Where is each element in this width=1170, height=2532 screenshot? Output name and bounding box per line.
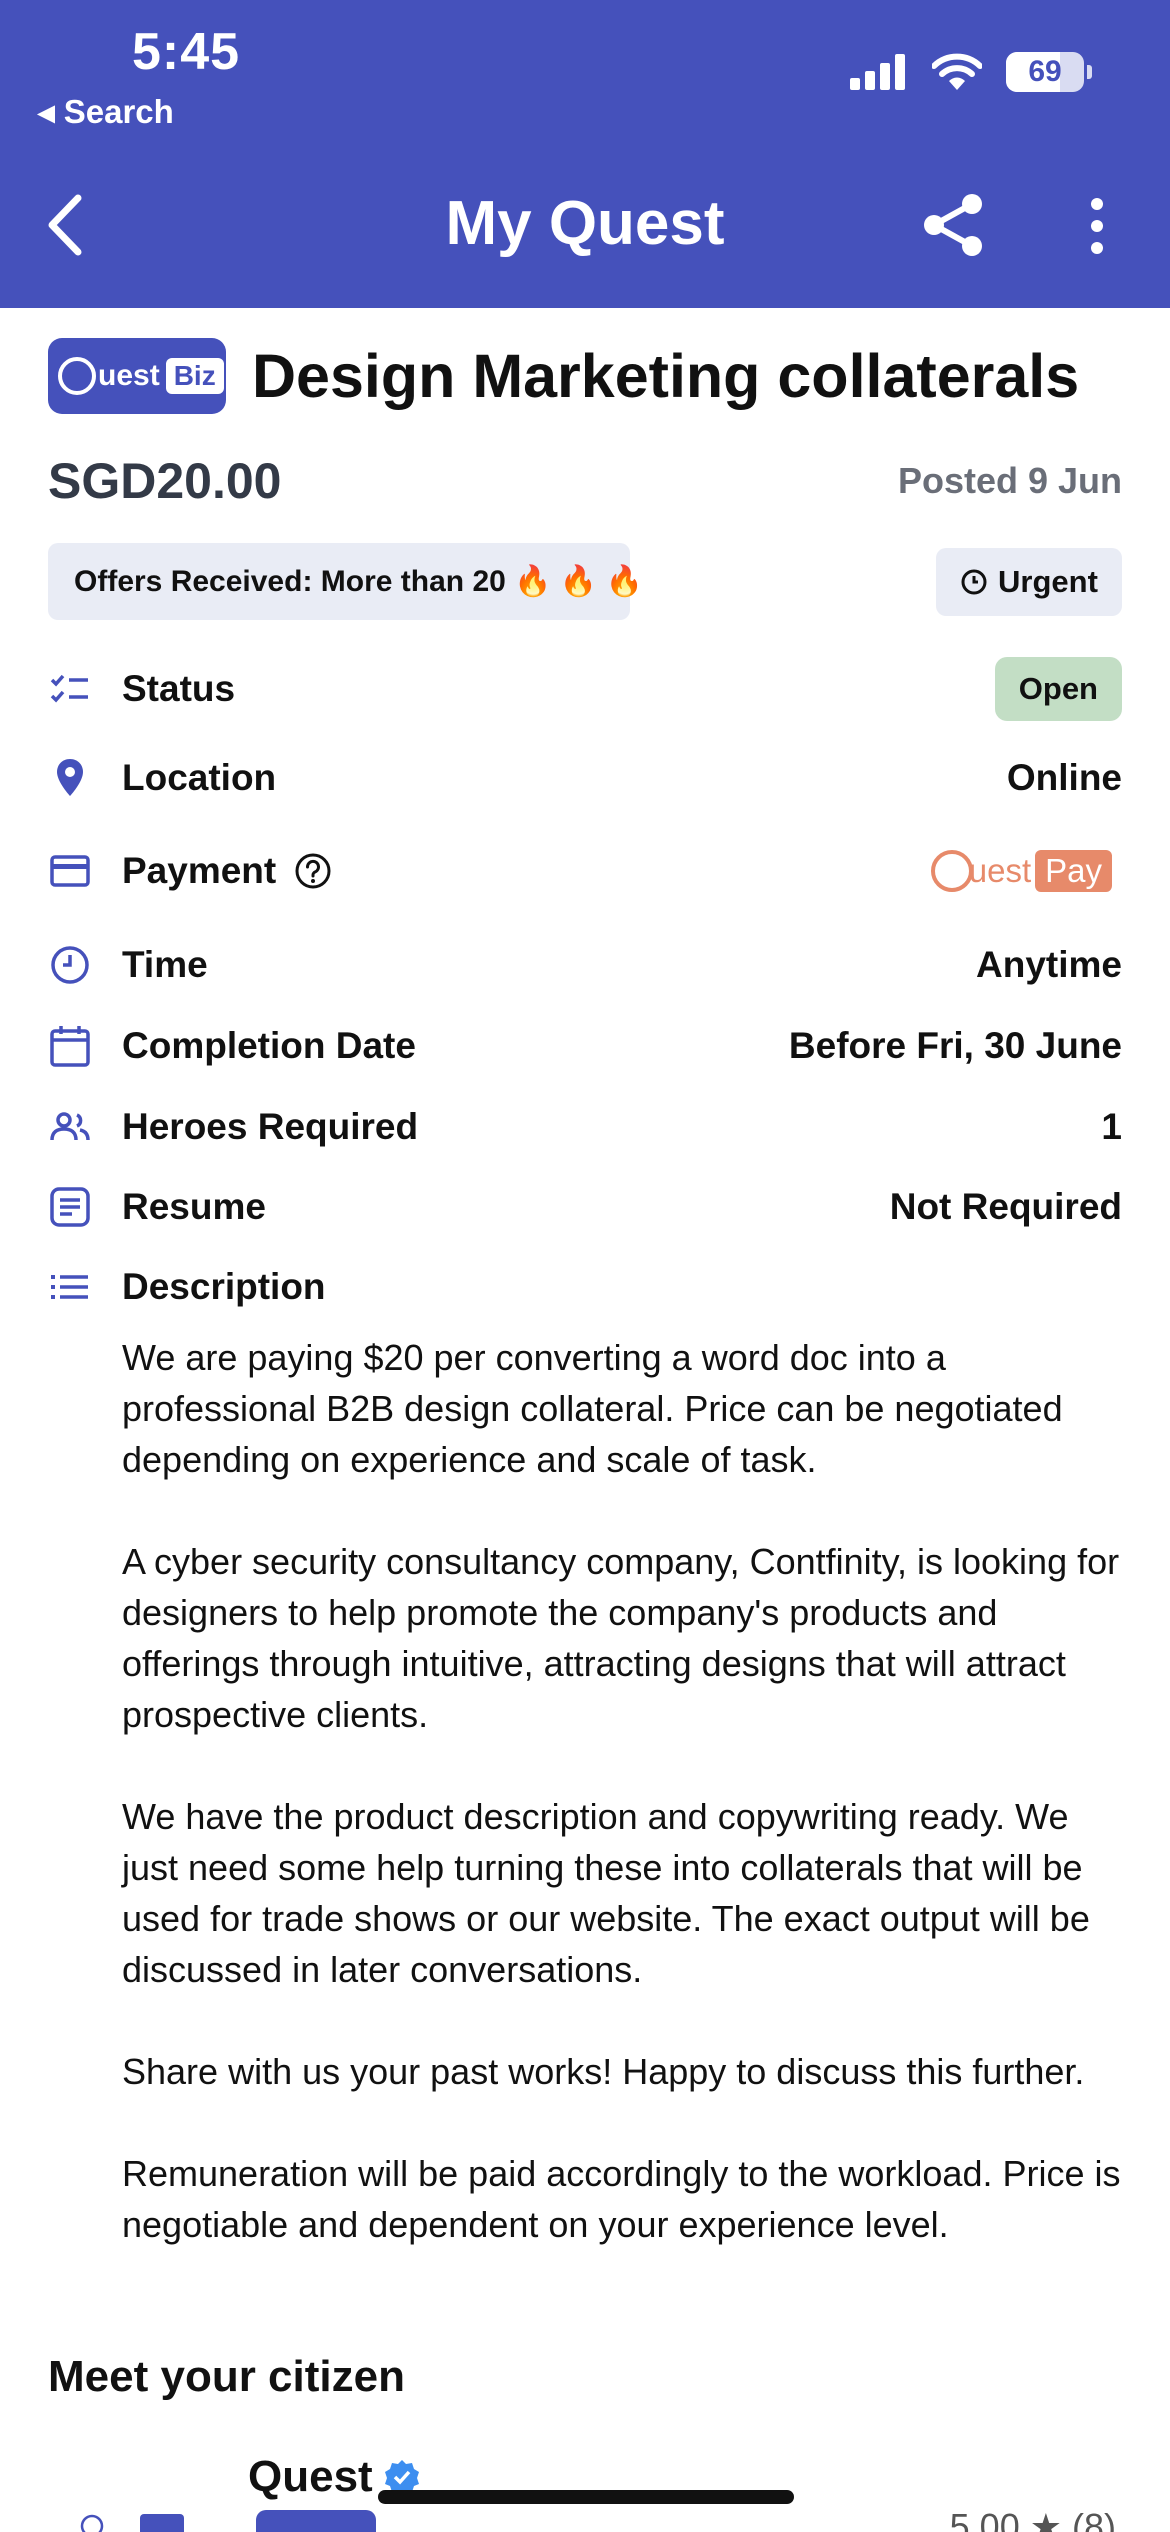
- status-indicators: 69: [850, 52, 1092, 92]
- description-paragraph: We are paying $20 per converting a word …: [122, 1337, 1063, 1480]
- questbiz-mini-logo: [256, 2510, 376, 2532]
- heroes-required-label: Heroes Required: [122, 1106, 419, 1147]
- questpay-logo: uest Pay: [930, 850, 1112, 892]
- completion-date-value: Before Fri, 30 June: [788, 1025, 1122, 1066]
- description-row: Description: [48, 1252, 1122, 1322]
- payment-label: Payment: [122, 850, 277, 891]
- clock-icon: [48, 943, 92, 987]
- heroes-required-value: 1: [1101, 1106, 1122, 1147]
- offers-received-badge: Offers Received: More than 20 🔥 🔥 🔥: [48, 543, 643, 620]
- description-paragraph: Share with us your past works! Happy to …: [122, 2051, 1085, 2092]
- questbiz-logo: uest Biz: [48, 338, 226, 414]
- logo-biz-text: Biz: [165, 358, 224, 394]
- payment-row: Payment uest Pay: [48, 836, 1122, 906]
- time-label: Time: [122, 944, 208, 985]
- status-badge: Open: [994, 657, 1122, 721]
- time-value: Anytime: [976, 944, 1122, 985]
- location-value: Online: [1006, 757, 1122, 798]
- status-row: Status Open: [48, 654, 1122, 724]
- share-icon[interactable]: [922, 192, 986, 258]
- back-to-search-link[interactable]: ◂ Search: [38, 92, 174, 131]
- urgent-label: Urgent: [998, 564, 1098, 599]
- description-label: Description: [122, 1266, 326, 1307]
- battery-icon: 69: [1006, 52, 1092, 92]
- status-label: Status: [122, 668, 236, 709]
- completion-date-row: Completion Date Before Fri, 30 June: [48, 1011, 1122, 1081]
- questpay-pay-text: Pay: [1035, 850, 1112, 892]
- logo-quest-text: uest: [98, 359, 160, 392]
- more-options-icon[interactable]: [1082, 196, 1112, 256]
- cellular-signal-icon: [850, 54, 905, 90]
- location-label: Location: [122, 757, 277, 798]
- time-row: Time Anytime: [48, 930, 1122, 1000]
- citizen-rating: 5.00 ★ (8): [949, 2506, 1116, 2532]
- job-description: We are paying $20 per converting a word …: [122, 1332, 1132, 2301]
- clock-icon: [961, 569, 987, 595]
- urgent-badge: Urgent: [936, 548, 1122, 616]
- resume-value: Not Required: [889, 1186, 1122, 1227]
- heroes-required-row: Heroes Required 1: [48, 1092, 1122, 1162]
- credit-card-icon: [48, 849, 92, 893]
- location-pin-icon: [48, 756, 92, 800]
- completion-date-label: Completion Date: [122, 1025, 416, 1066]
- status-time: 5:45: [132, 23, 241, 81]
- citizen-name: Quest: [248, 2452, 373, 2501]
- job-title-row: uest Biz Design Marketing collaterals: [48, 338, 1079, 414]
- app-header: 5:45 ◂ Search 69 My Quest: [0, 0, 1170, 308]
- description-paragraph: A cyber security consultancy company, Co…: [122, 1541, 1120, 1735]
- document-icon: [48, 1185, 92, 1229]
- wifi-icon: [932, 53, 982, 90]
- checklist-icon: [48, 667, 92, 711]
- questpay-quest-text: uest: [968, 852, 1032, 889]
- meet-citizen-heading: Meet your citizen: [48, 2352, 405, 2401]
- resume-row: Resume Not Required: [48, 1172, 1122, 1242]
- description-paragraph: Remuneration will be paid accordingly to…: [122, 2153, 1121, 2245]
- help-icon[interactable]: [294, 852, 332, 890]
- posted-date: Posted 9 Jun: [897, 460, 1122, 501]
- job-title: Design Marketing collaterals: [252, 342, 1080, 410]
- resume-label: Resume: [122, 1186, 266, 1227]
- calendar-icon: [48, 1024, 92, 1068]
- people-icon: [48, 1105, 92, 1149]
- location-row: Location Online: [48, 743, 1122, 813]
- home-indicator: [378, 2490, 794, 2504]
- list-icon: [48, 1265, 92, 1309]
- citizen-avatar[interactable]: [80, 2512, 184, 2532]
- description-paragraph: We have the product description and copy…: [122, 1796, 1090, 1990]
- page-title: My Quest: [445, 189, 725, 258]
- job-price: SGD20.00: [48, 453, 282, 509]
- battery-level: 69: [1028, 55, 1062, 88]
